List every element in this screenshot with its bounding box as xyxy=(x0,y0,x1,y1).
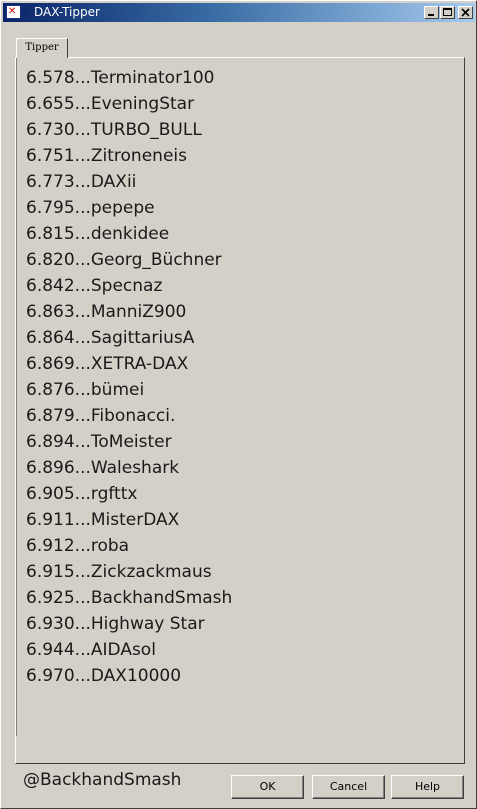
list-item: 6.912...roba xyxy=(26,536,130,556)
list-item: 6.930...Highway Star xyxy=(26,614,205,634)
list-item: 6.896...Waleshark xyxy=(26,458,180,478)
list-item: 6.815...denkidee xyxy=(26,224,170,244)
list-item: 6.655...EveningStar xyxy=(26,94,195,114)
footer-username: @BackhandSmash xyxy=(23,770,182,790)
list-item: 6.578...Terminator100 xyxy=(26,68,215,88)
minimize-button[interactable] xyxy=(424,6,439,19)
list-item: 6.915...Zickzackmaus xyxy=(26,562,212,582)
maximize-icon xyxy=(443,8,452,16)
maximize-button[interactable] xyxy=(440,6,455,19)
list-item: 6.911...MisterDAX xyxy=(26,510,180,530)
cancel-button[interactable]: Cancel xyxy=(312,775,385,799)
list-item: 6.751...Zitroneneis xyxy=(26,146,187,166)
close-icon xyxy=(461,8,470,17)
dax-tipper-window: ✕ DAX-Tipper Tipper 6.578...Terminator10… xyxy=(0,0,477,809)
list-item: 6.863...ManniZ900 xyxy=(26,302,187,322)
list-item: 6.842...Specnaz xyxy=(26,276,163,296)
list-item: 6.730...TURBO_BULL xyxy=(26,120,202,140)
list-item: 6.905...rgfttx xyxy=(26,484,138,504)
close-button[interactable] xyxy=(458,6,473,19)
list-item: 6.970...DAX10000 xyxy=(26,666,182,686)
window-title: DAX-Tipper xyxy=(34,5,100,19)
list-item: 6.879...Fibonacci. xyxy=(26,406,176,426)
help-button[interactable]: Help xyxy=(391,775,464,799)
list-item: 6.876...bümei xyxy=(26,380,145,400)
list-item: 6.894...ToMeister xyxy=(26,432,172,452)
list-item: 6.864...SagittariusA xyxy=(26,328,195,348)
list-item: 6.820...Georg_Büchner xyxy=(26,250,222,270)
tips-list: 6.578...Terminator100 6.655...EveningSta… xyxy=(26,65,232,689)
list-item: 6.773...DAXii xyxy=(26,172,137,192)
list-item: 6.944...AIDAsol xyxy=(26,640,156,660)
minimize-icon xyxy=(428,14,434,16)
title-bar[interactable]: ✕ DAX-Tipper xyxy=(3,3,475,22)
app-icon[interactable]: ✕ xyxy=(6,5,21,19)
tab-tipper[interactable]: Tipper xyxy=(16,38,68,58)
list-item: 6.795...pepepe xyxy=(26,198,155,218)
ok-button[interactable]: OK xyxy=(231,775,304,799)
list-item: 6.925...BackhandSmash xyxy=(26,588,233,608)
list-item: 6.869...XETRA-DAX xyxy=(26,354,189,374)
